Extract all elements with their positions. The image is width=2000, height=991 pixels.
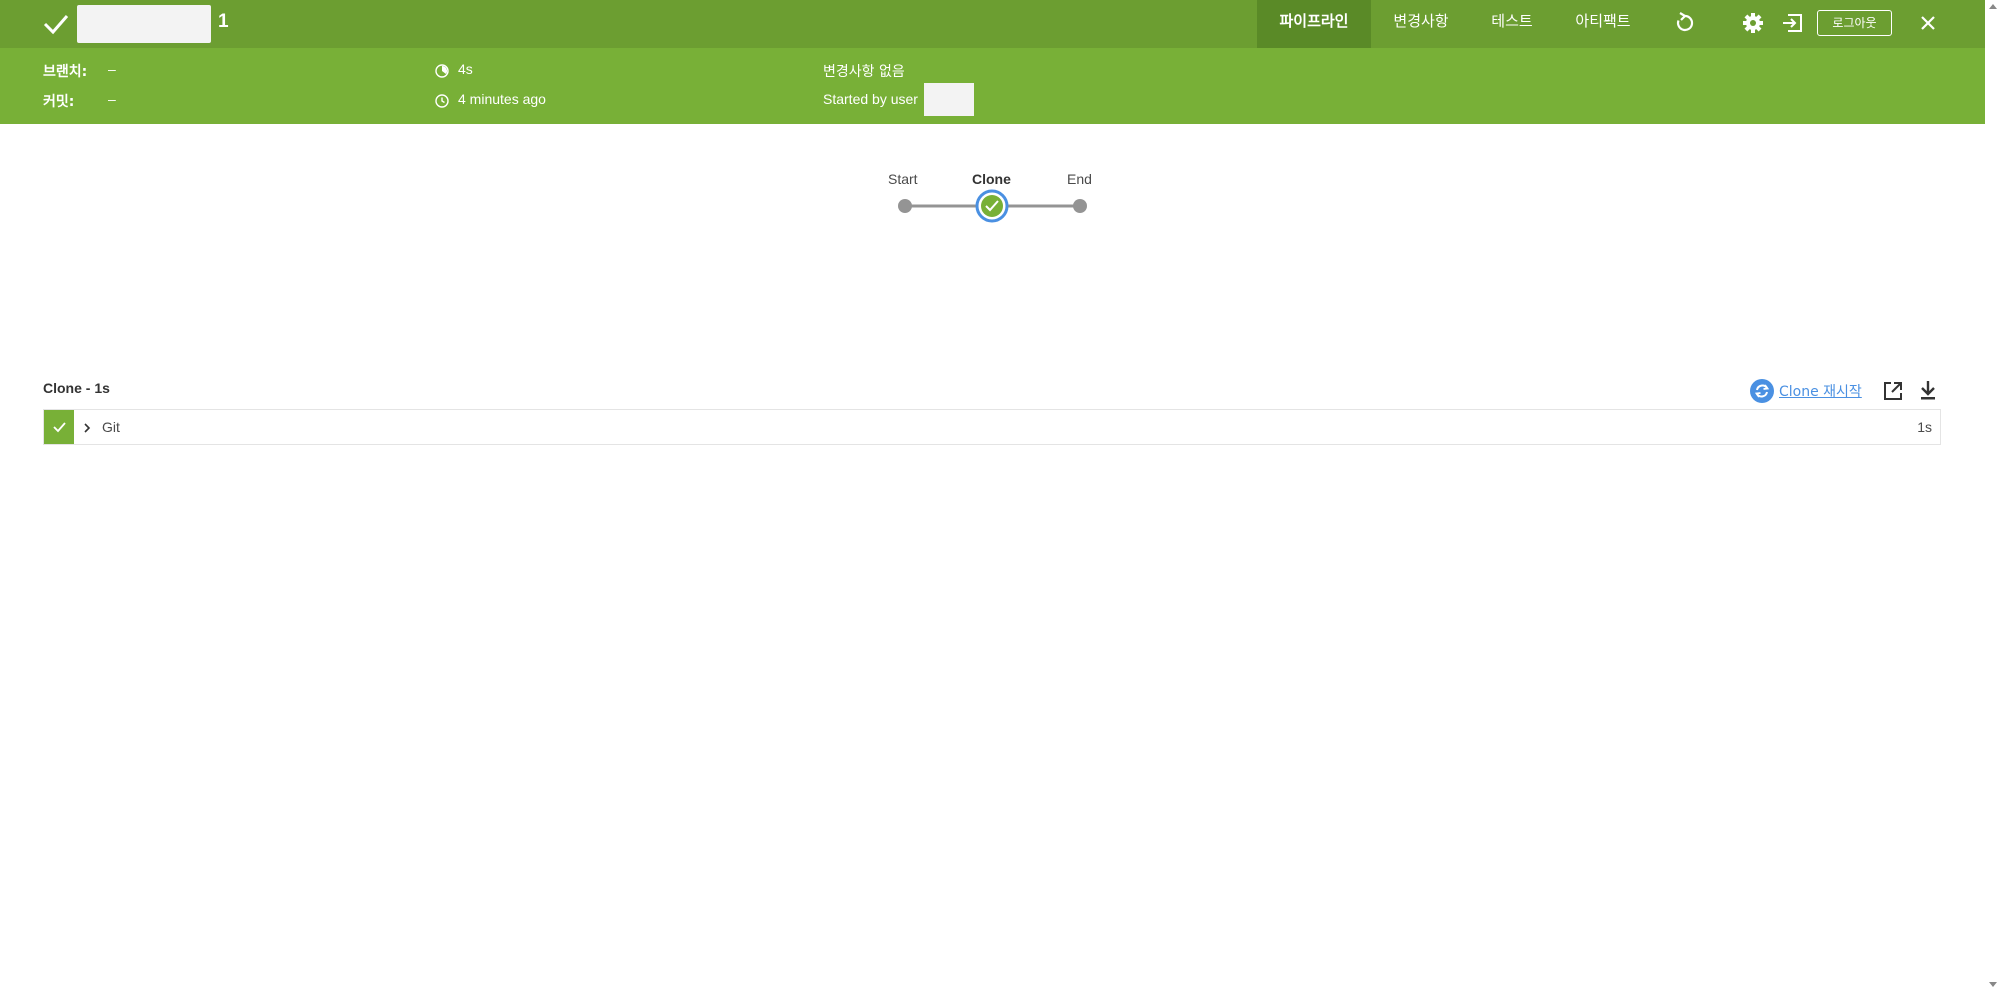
gear-icon[interactable] [1740, 10, 1766, 36]
duration-icon [435, 64, 449, 78]
success-check-icon [43, 15, 69, 35]
changes-text: 변경사항 없음 [823, 64, 905, 80]
tab-changes[interactable]: 변경사항 [1371, 0, 1471, 48]
clock-icon [435, 94, 449, 108]
pipeline-graph: Start Clone End [880, 165, 1100, 235]
started-by: Started by user [823, 91, 918, 107]
duration-value: 4s [458, 61, 473, 77]
tab-artifacts[interactable]: 아티팩트 [1553, 0, 1653, 48]
step-name: Git [102, 419, 120, 435]
open-external-icon[interactable] [1882, 380, 1904, 402]
restart-stage-button[interactable]: Clone 재시작 [1749, 378, 1862, 404]
tab-pipeline[interactable]: 파이프라인 [1257, 0, 1371, 48]
restart-icon [1750, 379, 1774, 403]
close-icon[interactable] [1915, 10, 1941, 36]
tab-bar: 파이프라인 변경사항 테스트 아티팩트 [1257, 0, 1653, 48]
started-ago: 4 minutes ago [458, 91, 546, 107]
restart-stage-link[interactable]: Clone 재시작 [1779, 381, 1862, 401]
run-summary-bar: 브랜치: – 커밋: – 4s 4 minutes ago 변경사항 없음 St… [0, 48, 1985, 124]
commit-value: – [108, 91, 116, 107]
step-row-git[interactable]: Git 1s [43, 409, 1941, 445]
stage-node-clone[interactable] [975, 189, 1009, 223]
scroll-up-arrow-icon[interactable] [1988, 2, 1998, 10]
stage-node-end[interactable] [1073, 199, 1087, 213]
top-bar: 1 파이프라인 변경사항 테스트 아티팩트 로그아웃 [0, 0, 1985, 48]
run-number: 1 [218, 11, 229, 32]
stage-node-start[interactable] [898, 199, 912, 213]
user-name-redacted [924, 83, 974, 116]
scroll-down-arrow-icon[interactable] [1988, 981, 1998, 989]
tab-tests[interactable]: 테스트 [1471, 0, 1553, 48]
replay-icon[interactable] [1672, 10, 1698, 36]
step-status-success [44, 410, 74, 444]
chevron-right-icon[interactable] [82, 422, 92, 434]
check-icon [53, 422, 66, 433]
logout-button[interactable]: 로그아웃 [1817, 10, 1892, 36]
steps-title: Clone - 1s [43, 380, 110, 396]
sign-in-icon[interactable] [1780, 10, 1806, 36]
pipeline-connector [898, 189, 1087, 223]
pipeline-name-redacted [77, 5, 211, 43]
branch-value: – [108, 61, 116, 77]
download-icon[interactable] [1917, 379, 1939, 401]
commit-label: 커밋: [43, 94, 75, 110]
step-duration: 1s [1917, 419, 1932, 435]
branch-label: 브랜치: [43, 64, 88, 80]
